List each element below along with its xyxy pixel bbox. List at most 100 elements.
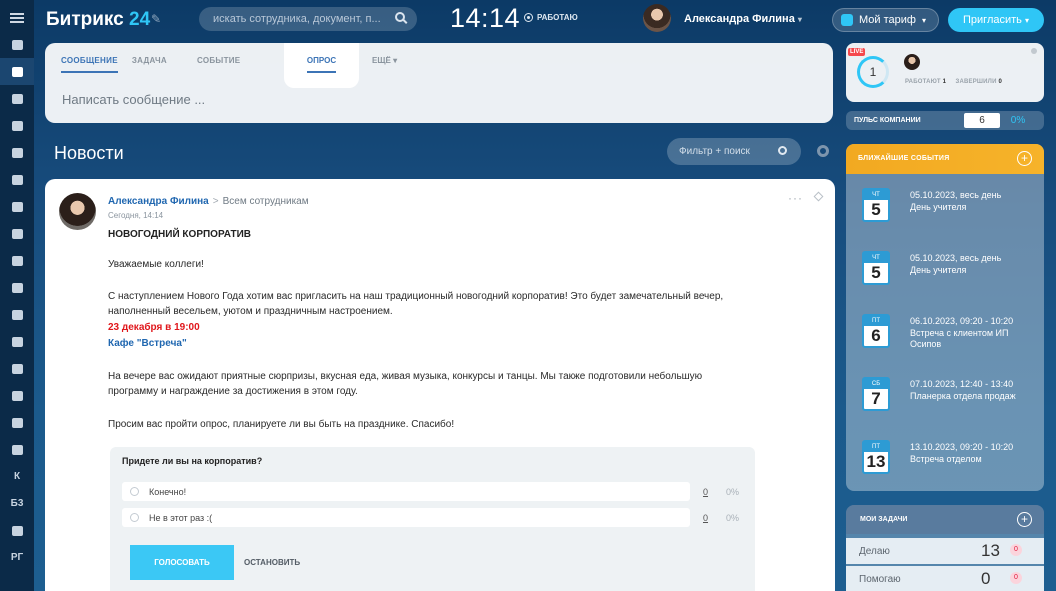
sidebar-item-analytics[interactable] (0, 409, 34, 436)
task-label: Делаю (859, 546, 890, 557)
poll-option-1[interactable]: Конечно! (122, 482, 690, 501)
work-status[interactable]: РАБОТАЮ (524, 13, 578, 22)
sidebar-item-filter[interactable] (0, 328, 34, 355)
pencil-icon[interactable]: ✎ (151, 12, 161, 26)
poll-option-count[interactable]: 0 (703, 513, 708, 523)
avatar[interactable] (904, 54, 920, 70)
user-name: Александра Филина (684, 13, 795, 25)
timeman-widget: LIVE 1 РАБОТАЮТ 1 ЗАВЕРШИЛИ 0 (846, 43, 1044, 102)
sidebar-item-automation[interactable] (0, 436, 34, 463)
mail-icon (11, 201, 23, 212)
menu-icon[interactable] (10, 13, 24, 23)
post-paragraph-3: Просим вас пройти опрос, планируете ли в… (108, 419, 455, 430)
sidebar-item-calendar[interactable] (0, 112, 34, 139)
tab-more[interactable]: ЕЩЁ ▾ (372, 56, 397, 65)
sidebar-item-sign[interactable] (0, 301, 34, 328)
search-icon[interactable] (778, 146, 787, 155)
tab-task[interactable]: ЗАДАЧА (132, 56, 183, 73)
logo[interactable]: Битрикс 24 (46, 9, 150, 31)
sidebar-item-1[interactable] (0, 31, 34, 58)
task-row-helping[interactable]: Помогаю 0 0 (846, 566, 1044, 591)
event-item[interactable]: ПТ 13 13.10.2023, 09:20 - 10:20 Встреча о… (846, 433, 1044, 489)
poll: Придете ли вы на корпоратив? Конечно! 0 … (110, 447, 755, 591)
event-name[interactable]: Планерка отдела продаж (910, 391, 1038, 402)
event-date: 06.10.2023, 09:20 - 10:20 (910, 316, 1014, 326)
drive-icon (11, 174, 23, 185)
pin-icon[interactable] (813, 191, 824, 202)
vote-button[interactable]: ГОЛОСОВАТЬ (130, 545, 234, 580)
author-link[interactable]: Александра Филина (108, 196, 209, 207)
post-destination[interactable]: Всем сотрудникам (223, 196, 309, 207)
calendar-icon: СБ 7 (862, 377, 890, 411)
sidebar-item-mail[interactable] (0, 193, 34, 220)
sidebar-item-tasks[interactable] (0, 247, 34, 274)
stop-button[interactable]: ОСТАНОВИТЬ (244, 558, 300, 567)
event-item[interactable]: СБ 7 07.10.2023, 12:40 - 13:40 Планерка о… (846, 370, 1044, 426)
add-task-icon[interactable]: + (1017, 512, 1032, 527)
sidebar-item-rg[interactable]: РГ (0, 544, 34, 571)
sidebar-item-bank[interactable] (0, 517, 34, 544)
tab-event[interactable]: СОБЫТИЕ (197, 56, 256, 73)
arrow-icon: > (212, 196, 219, 207)
event-name[interactable]: День учителя (910, 202, 1038, 213)
poll-option-count[interactable]: 0 (703, 487, 708, 497)
sidebar-item-chat[interactable] (0, 85, 34, 112)
live-counter[interactable]: 1 (857, 56, 889, 88)
task-badge: 0 (1010, 544, 1022, 556)
post-paragraph-1: С наступлением Нового Года хотим вас при… (108, 291, 724, 317)
sidebar-item-crm[interactable] (0, 274, 34, 301)
search-placeholder: искать сотрудника, документ, п... (213, 13, 381, 25)
radio-button[interactable] (130, 487, 139, 496)
search-input[interactable]: искать сотрудника, документ, п... (199, 7, 417, 31)
gear-icon[interactable] (817, 145, 829, 157)
event-date: 07.10.2023, 12:40 - 13:40 (910, 379, 1014, 389)
user-menu[interactable]: Александра Филина ▾ (684, 13, 802, 25)
add-event-icon[interactable]: + (1017, 151, 1032, 166)
event-weekday: ЧТ (864, 253, 888, 263)
avatar[interactable] (643, 4, 671, 32)
search-icon[interactable] (395, 12, 405, 22)
event-date: 05.10.2023, весь день (910, 190, 1002, 200)
pulse-label: ПУЛЬС КОМПАНИИ (854, 117, 921, 124)
poll-question: Придете ли вы на корпоратив? (122, 456, 263, 466)
filter-search-input[interactable]: Фильтр + поиск (667, 138, 801, 165)
chevron-down-icon: ▾ (797, 15, 802, 24)
event-item[interactable]: ПТ 6 06.10.2023, 09:20 - 10:20 Встреча с … (846, 307, 1044, 363)
post-composer: СООБЩЕНИЕ ЗАДАЧА СОБЫТИЕ ОПРОС ЕЩЁ ▾ Нап… (45, 43, 833, 123)
chevron-down-icon: ▾ (921, 15, 926, 25)
sidebar-item-groups[interactable] (0, 220, 34, 247)
tab-message[interactable]: СООБЩЕНИЕ (61, 56, 118, 73)
sidebar-item-documents[interactable] (0, 139, 34, 166)
logo-number: 24 (129, 9, 151, 30)
sidebar-item-drive[interactable] (0, 166, 34, 193)
sidebar-item-news[interactable] (0, 58, 34, 85)
message-input[interactable]: Написать сообщение ... (62, 92, 205, 107)
groups-icon (11, 228, 23, 239)
sidebar-item-shop[interactable] (0, 382, 34, 409)
author-avatar[interactable] (59, 193, 96, 230)
chat-icon (11, 93, 23, 104)
invite-button[interactable]: Пригласить ▾ (948, 8, 1044, 32)
sidebar-icon-list: К Б3 РГ (0, 31, 34, 571)
company-pulse[interactable]: ПУЛЬС КОМПАНИИ 6 0% (846, 111, 1044, 130)
sidebar-item-b3[interactable]: Б3 (0, 490, 34, 517)
event-item[interactable]: ЧТ 5 05.10.2023, весь день День учителя (846, 181, 1044, 237)
live-stats: РАБОТАЮТ 1 ЗАВЕРШИЛИ 0 (905, 79, 1002, 85)
event-name[interactable]: Встреча отделом (910, 454, 1038, 465)
post-date: Сегодня, 14:14 (108, 211, 164, 220)
analytics-icon (11, 417, 23, 428)
poll-option-2[interactable]: Не в этот раз :( (122, 508, 690, 527)
finished-count: 0 (998, 79, 1002, 85)
tariff-button[interactable]: Мой тариф ▾ (832, 8, 939, 32)
event-item[interactable]: ЧТ 5 05.10.2023, весь день День учителя (846, 244, 1044, 300)
more-icon[interactable]: ··· (788, 191, 803, 205)
event-name[interactable]: Встреча с клиентом ИП Осипов (910, 328, 1038, 350)
sidebar-item-marketing[interactable] (0, 355, 34, 382)
task-row-doing[interactable]: Делаю 13 0 (846, 538, 1044, 564)
gear-icon[interactable] (1031, 48, 1037, 54)
sidebar-item-k[interactable]: К (0, 463, 34, 490)
radio-button[interactable] (130, 513, 139, 522)
event-name[interactable]: День учителя (910, 265, 1038, 276)
tab-poll[interactable]: ОПРОС (284, 43, 359, 88)
filter-icon (11, 336, 23, 347)
